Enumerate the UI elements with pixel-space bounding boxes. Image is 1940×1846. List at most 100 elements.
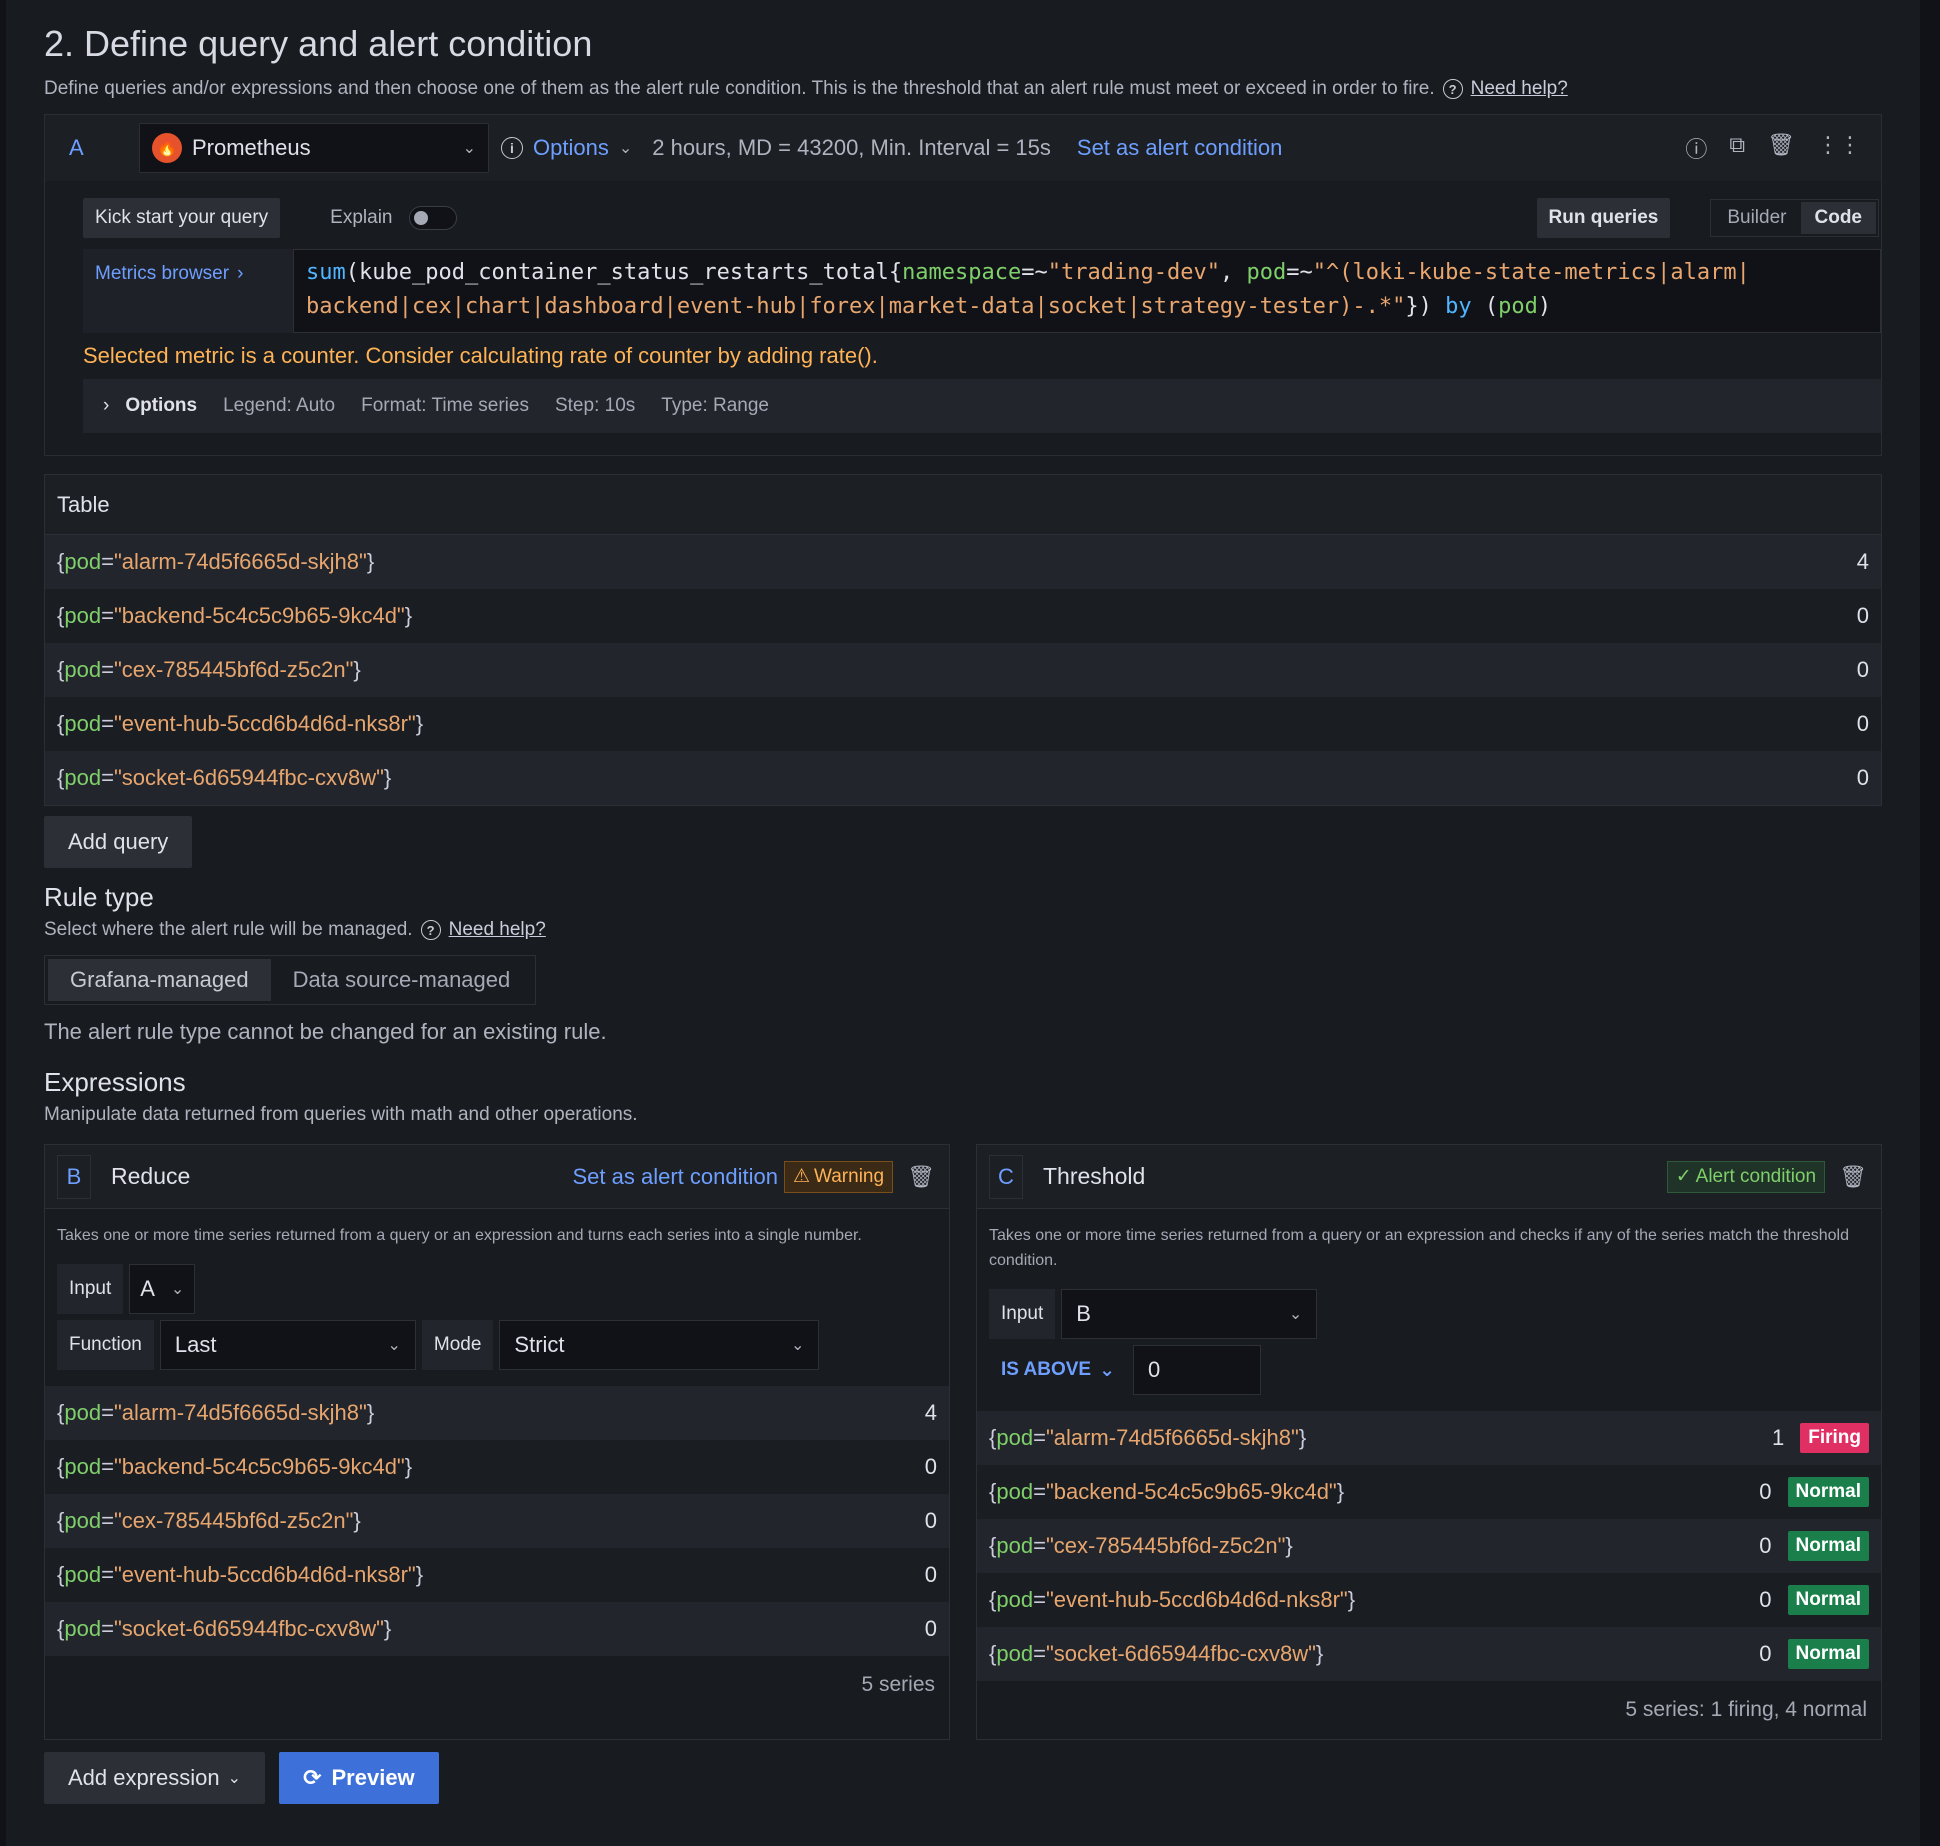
- reduce-ref-label[interactable]: B: [57, 1154, 91, 1199]
- label-punctuation: =: [101, 1562, 114, 1587]
- label-punctuation: =: [101, 1454, 114, 1479]
- table-row: {pod = "backend-5c4c5c9b65-9kc4d"} 0: [45, 589, 1881, 643]
- trash-icon[interactable]: 🗑: [1767, 132, 1795, 164]
- reduce-description: Takes one or more time series returned f…: [57, 1227, 862, 1244]
- metrics-browser-button[interactable]: Metrics browser ›: [83, 249, 293, 333]
- reduce-header: B Reduce Set as alert condition ⚠ Warnin…: [45, 1145, 949, 1209]
- reduce-input-select[interactable]: A ⌄: [129, 1264, 196, 1314]
- label-value: "cex-785445bf6d-z5c2n": [1045, 1533, 1286, 1558]
- datasource-picker[interactable]: 🔥 Prometheus ⌄: [139, 123, 489, 173]
- threshold-input-select[interactable]: B ⌄: [1061, 1289, 1318, 1339]
- row-value: 4: [1856, 549, 1869, 574]
- label-key: pod: [996, 1425, 1034, 1450]
- run-queries-button[interactable]: Run queries: [1536, 198, 1671, 238]
- label-value: "socket-6d65944fbc-cxv8w": [113, 1616, 384, 1641]
- label-punctuation: {: [989, 1425, 997, 1450]
- rule-type-grafana-managed[interactable]: Grafana-managed: [48, 959, 271, 1001]
- query-ref-label[interactable]: A: [69, 135, 139, 161]
- label-punctuation: {: [57, 1562, 65, 1587]
- label-punctuation: {: [989, 1533, 997, 1558]
- kick-start-button[interactable]: Kick start your query: [83, 198, 281, 238]
- label-value: "backend-5c4c5c9b65-9kc4d": [1045, 1479, 1337, 1504]
- copy-icon[interactable]: ⧉: [1729, 132, 1745, 164]
- chevron-down-icon: ⌄: [227, 1770, 242, 1787]
- row-value: 0: [924, 1562, 937, 1587]
- format-option: Format: Time series: [361, 395, 529, 416]
- editor-row: Metrics browser › sum(kube_pod_container…: [83, 249, 1881, 333]
- reduce-mode-select[interactable]: Strict ⌄: [499, 1320, 820, 1370]
- table-row: {pod = "backend-5c4c5c9b65-9kc4d"} 0 Normal: [977, 1465, 1881, 1519]
- chevron-right-icon: ›: [237, 263, 244, 284]
- help-circle-icon[interactable]: ⓘ: [1685, 132, 1707, 164]
- label-punctuation: =: [1033, 1425, 1046, 1450]
- trash-icon[interactable]: 🗑: [1839, 1164, 1867, 1190]
- row-value: 0: [1856, 603, 1869, 628]
- query-options-toggle[interactable]: i Options ⌄: [501, 135, 632, 161]
- reduce-footer: 5 series: [861, 1673, 935, 1696]
- label-key: pod: [64, 765, 102, 790]
- label-punctuation: =: [1033, 1641, 1046, 1666]
- label-key: pod: [996, 1641, 1034, 1666]
- explain-label: Explain: [330, 207, 393, 228]
- threshold-footer: 5 series: 1 firing, 4 normal: [1625, 1698, 1867, 1721]
- mode-code[interactable]: Code: [1800, 202, 1876, 234]
- label-punctuation: }: [404, 1454, 413, 1479]
- reduce-warning-badge[interactable]: ⚠ Warning: [783, 1160, 894, 1193]
- label-key: pod: [64, 711, 102, 736]
- label-value: "backend-5c4c5c9b65-9kc4d": [113, 1454, 405, 1479]
- expr-operator: =~: [1021, 260, 1048, 285]
- row-value: 0: [924, 1454, 937, 1479]
- row-value: 0: [1856, 711, 1869, 736]
- explain-toggle-group: Explain: [330, 206, 457, 230]
- add-expression-button[interactable]: Add expression ⌄: [44, 1752, 266, 1804]
- table-rows: {pod = "alarm-74d5f6665d-skjh8"} 4{pod = "bac…: [45, 535, 1881, 805]
- label-value: "alarm-74d5f6665d-skjh8": [1045, 1425, 1299, 1450]
- label-key: pod: [64, 1616, 102, 1641]
- table-row: {pod = "event-hub-5ccd6b4d6d-nks8r"} 0: [45, 697, 1881, 751]
- expr-operator: =~: [1286, 260, 1313, 285]
- explain-switch[interactable]: [408, 206, 457, 230]
- rule-type-help-link[interactable]: Need help?: [449, 919, 546, 941]
- query-code-editor[interactable]: sum(kube_pod_container_status_restarts_t…: [293, 249, 1881, 333]
- alert-condition-label: Alert condition: [1695, 1165, 1817, 1187]
- table-row: {pod = "event-hub-5ccd6b4d6d-nks8r"} 0 Norma…: [977, 1573, 1881, 1627]
- label-punctuation: {: [57, 765, 65, 790]
- reduce-function-select[interactable]: Last ⌄: [159, 1320, 416, 1370]
- label-value: "backend-5c4c5c9b65-9kc4d": [113, 603, 405, 628]
- label-value: "event-hub-5ccd6b4d6d-nks8r": [1045, 1587, 1348, 1612]
- section-description: Define queries and/or expressions and th…: [44, 78, 1882, 100]
- label-key: pod: [64, 1562, 102, 1587]
- drag-handle-icon[interactable]: ⋮⋮: [1817, 132, 1861, 164]
- preview-button[interactable]: ⟳ Preview: [279, 1752, 439, 1804]
- label-punctuation: }: [383, 1616, 392, 1641]
- label-punctuation: =: [1033, 1479, 1046, 1504]
- add-query-button[interactable]: Add query: [44, 816, 193, 868]
- label-punctuation: =: [101, 1400, 114, 1425]
- threshold-value-input[interactable]: 0: [1133, 1345, 1262, 1395]
- mode-builder[interactable]: Builder: [1713, 202, 1800, 234]
- reduce-mode-value: Strict: [514, 1332, 565, 1357]
- step-option: Step: 10s: [554, 395, 636, 416]
- label-punctuation: }: [1298, 1425, 1307, 1450]
- query-options-row[interactable]: › Options Legend: Auto Format: Time seri…: [83, 379, 1881, 433]
- row-value: 0: [1856, 657, 1869, 682]
- threshold-ref-label[interactable]: C: [989, 1154, 1023, 1199]
- label-punctuation: }: [1347, 1587, 1356, 1612]
- set-alert-condition-button[interactable]: Set as alert condition: [1077, 135, 1282, 161]
- threshold-comparator-select[interactable]: IS ABOVE ⌄: [989, 1345, 1127, 1395]
- table-row: {pod = "backend-5c4c5c9b65-9kc4d"} 0: [45, 1440, 949, 1494]
- chevron-right-icon: ›: [103, 395, 110, 416]
- rule-type-datasource-managed[interactable]: Data source-managed: [271, 959, 533, 1001]
- warning-label: Warning: [814, 1165, 885, 1187]
- need-help-link[interactable]: Need help?: [1471, 78, 1568, 100]
- label-key: pod: [64, 657, 102, 682]
- row-value: 1: [1771, 1425, 1785, 1450]
- state-badge: Normal: [1787, 1585, 1869, 1615]
- label-value: "event-hub-5ccd6b4d6d-nks8r": [113, 1562, 416, 1587]
- label-value: "cex-785445bf6d-z5c2n": [113, 1508, 354, 1533]
- reduce-set-alert-condition-button[interactable]: Set as alert condition: [573, 1164, 778, 1190]
- table-row: {pod = "socket-6d65944fbc-cxv8w"} 0: [45, 751, 1881, 805]
- label-punctuation: {: [989, 1641, 997, 1666]
- row-value: 0: [1856, 765, 1869, 790]
- trash-icon[interactable]: 🗑: [907, 1164, 935, 1190]
